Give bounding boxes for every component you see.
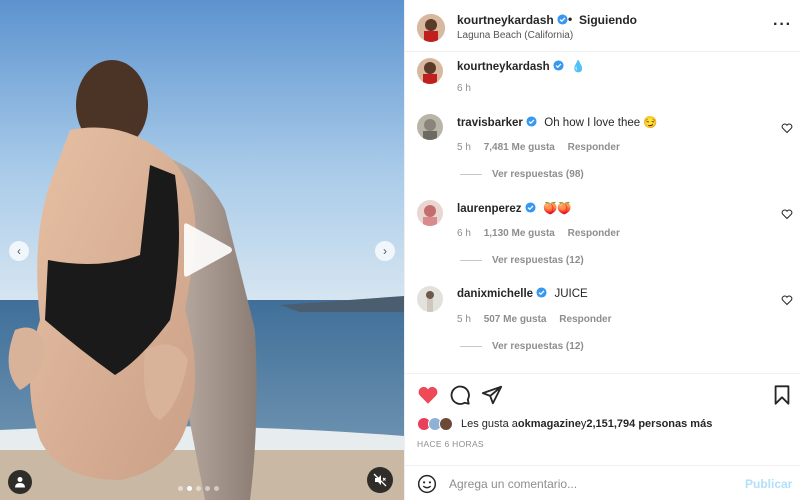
comment-username[interactable]: laurenperez 🍑🍑 bbox=[457, 201, 572, 215]
post-timestamp: HACE 6 HORAS bbox=[417, 439, 484, 449]
caption-avatar[interactable] bbox=[417, 58, 443, 84]
comment-username-text: danixmichelle bbox=[457, 288, 534, 300]
comment-username-text: travisbarker bbox=[457, 117, 523, 129]
comment-text: JUICE bbox=[554, 288, 588, 300]
next-arrow-button[interactable]: › bbox=[375, 241, 395, 261]
more-options-icon: ··· bbox=[773, 16, 792, 33]
comment-icon[interactable] bbox=[449, 384, 471, 406]
carousel-dot bbox=[187, 486, 192, 491]
location-link[interactable]: Laguna Beach (California) bbox=[457, 30, 573, 41]
verified-badge-icon bbox=[557, 14, 568, 25]
comment-likes[interactable]: 507 Me gusta bbox=[484, 314, 547, 325]
following-button[interactable]: Siguiendo bbox=[579, 13, 637, 27]
likes-count[interactable]: 2,151,794 personas más bbox=[586, 418, 712, 430]
carousel-dot bbox=[205, 486, 210, 491]
previous-arrow-button[interactable]: ‹ bbox=[9, 241, 29, 261]
comment-time: 5 h bbox=[457, 314, 471, 325]
likes-prefix: Les gusta a bbox=[461, 418, 518, 430]
view-replies-button[interactable]: Ver respuestas (12) bbox=[460, 255, 584, 266]
liker-avatars bbox=[417, 417, 457, 431]
heart-filled-icon[interactable] bbox=[417, 384, 439, 406]
author-username[interactable]: kourtneykardash bbox=[457, 13, 568, 27]
view-replies-text: Ver respuestas (12) bbox=[492, 255, 584, 266]
add-comment-bar: Publicar bbox=[405, 465, 800, 500]
carousel-dots bbox=[178, 486, 219, 491]
share-icon[interactable] bbox=[481, 384, 503, 406]
caption-time: 6 h bbox=[457, 83, 471, 94]
heart-outline-icon[interactable] bbox=[781, 122, 793, 134]
verified-badge-icon bbox=[526, 116, 537, 127]
commenter-avatar[interactable] bbox=[417, 286, 443, 312]
user-tag-button[interactable] bbox=[8, 470, 32, 494]
view-replies-button[interactable]: Ver respuestas (12) bbox=[460, 341, 584, 352]
verified-badge-icon bbox=[553, 60, 564, 71]
carousel-dot bbox=[178, 486, 183, 491]
caption-username-text: kourtneykardash bbox=[457, 61, 550, 73]
comment-time: 6 h bbox=[457, 228, 471, 239]
chevron-right-icon: › bbox=[383, 244, 387, 258]
reply-button[interactable]: Responder bbox=[568, 228, 620, 239]
post-actions: Les gusta a okmagazine y 2,151,794 perso… bbox=[405, 373, 800, 500]
play-icon bbox=[184, 223, 232, 277]
view-replies-button[interactable]: Ver respuestas (98) bbox=[460, 169, 584, 180]
comment-text: 🍑🍑 bbox=[542, 203, 572, 215]
post-header: kourtneykardash • Siguiendo Laguna Beach… bbox=[405, 0, 800, 52]
liker-avatar bbox=[439, 417, 453, 431]
comment-text: Oh how I love thee 😏 bbox=[544, 117, 658, 129]
heart-outline-icon[interactable] bbox=[781, 208, 793, 220]
caption-username[interactable]: kourtneykardash 💧 bbox=[457, 59, 585, 73]
view-replies-text: Ver respuestas (98) bbox=[492, 169, 584, 180]
view-replies-text: Ver respuestas (12) bbox=[492, 341, 584, 352]
bookmark-icon[interactable] bbox=[771, 384, 793, 406]
comment-likes[interactable]: 7,481 Me gusta bbox=[484, 142, 555, 153]
liker-username[interactable]: okmagazine bbox=[518, 418, 581, 430]
emoji-icon[interactable] bbox=[417, 474, 437, 494]
more-options-button[interactable]: ··· bbox=[773, 17, 792, 33]
likes-summary: Les gusta a okmagazine y 2,151,794 perso… bbox=[417, 417, 712, 431]
comment-username-text: laurenperez bbox=[457, 203, 522, 215]
commenter-avatar[interactable] bbox=[417, 114, 443, 140]
verified-badge-icon bbox=[525, 202, 536, 213]
comment-input[interactable] bbox=[449, 474, 729, 494]
header-separator: • bbox=[568, 12, 573, 26]
post-details-panel: kourtneykardash • Siguiendo Laguna Beach… bbox=[404, 0, 800, 500]
chevron-left-icon: ‹ bbox=[17, 244, 21, 258]
mute-button[interactable] bbox=[367, 467, 393, 493]
reply-button[interactable]: Responder bbox=[568, 142, 620, 153]
comment-likes[interactable]: 1,130 Me gusta bbox=[484, 228, 555, 239]
verified-badge-icon bbox=[536, 287, 547, 298]
mute-icon bbox=[373, 473, 387, 487]
comment-time: 5 h bbox=[457, 142, 471, 153]
comment-username[interactable]: danixmichelle JUICE bbox=[457, 287, 588, 300]
post-media[interactable]: ‹ › bbox=[0, 0, 404, 500]
commenter-avatar[interactable] bbox=[417, 200, 443, 226]
heart-outline-icon[interactable] bbox=[781, 294, 793, 306]
carousel-dot bbox=[196, 486, 201, 491]
comment-meta: 5 h 7,481 Me gusta Responder bbox=[457, 142, 620, 153]
play-button[interactable] bbox=[176, 220, 236, 280]
caption-text: 💧 bbox=[571, 61, 586, 73]
author-avatar[interactable] bbox=[417, 14, 445, 42]
username-text: kourtneykardash bbox=[457, 13, 554, 27]
comment-meta: 6 h 1,130 Me gusta Responder bbox=[457, 228, 620, 239]
user-tag-icon bbox=[15, 477, 25, 488]
comment-meta: 5 h 507 Me gusta Responder bbox=[457, 314, 612, 325]
carousel-dot bbox=[214, 486, 219, 491]
publish-button[interactable]: Publicar bbox=[745, 477, 792, 491]
comment-username[interactable]: travisbarker Oh how I love thee 😏 bbox=[457, 115, 658, 129]
reply-button[interactable]: Responder bbox=[559, 314, 611, 325]
